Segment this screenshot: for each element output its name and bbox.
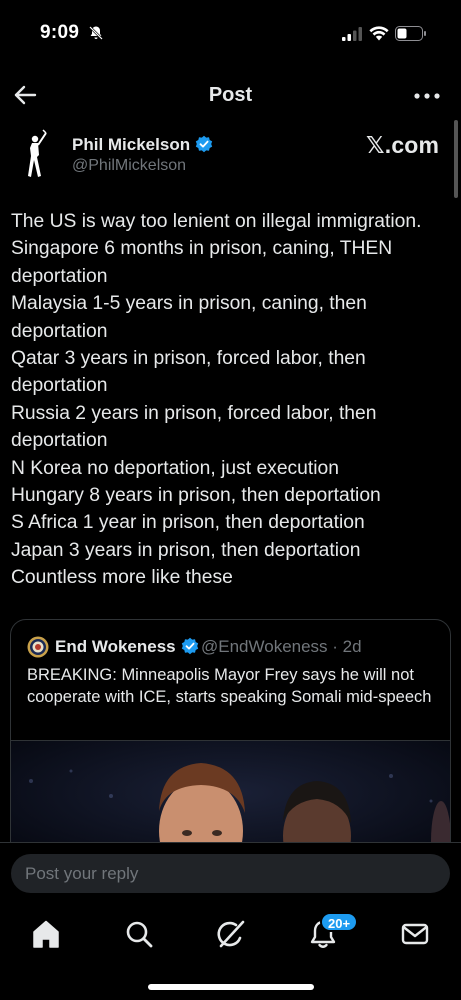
messages-icon[interactable] <box>397 916 433 952</box>
post-line: deportation <box>11 430 108 452</box>
source-badge: 𝕏.com <box>366 132 440 158</box>
verified-badge-icon <box>181 637 198 655</box>
post-line: Malaysia 1-5 years in prison, caning, th… <box>11 293 367 315</box>
wifi-icon <box>369 26 389 41</box>
scrollbar[interactable] <box>454 120 458 198</box>
search-icon[interactable] <box>121 916 157 952</box>
post-line: S Africa 1 year in prison, then deportat… <box>11 512 365 534</box>
quote-text: BREAKING: Minneapolis Mayor Frey says he… <box>27 666 432 706</box>
status-time: 9:09 <box>40 22 80 43</box>
post-header: Post <box>0 66 461 124</box>
author-name[interactable]: Phil Mickelson <box>72 135 213 155</box>
verified-badge-icon <box>195 135 213 153</box>
home-icon[interactable] <box>28 916 64 952</box>
post-line: Qatar 3 years in prison, forced labor, t… <box>11 348 366 370</box>
status-bar: 9:09 <box>0 0 461 66</box>
reply-input[interactable] <box>11 854 450 893</box>
author-handle[interactable]: @PhilMickelson <box>72 157 186 175</box>
post-line: deportation <box>11 320 108 342</box>
quoted-post[interactable]: End Wokeness @EndWokeness · 2d BREAKING:… <box>10 619 451 859</box>
quote-author-handle[interactable]: @EndWokeness · 2d <box>201 637 362 657</box>
battery-icon <box>395 26 426 41</box>
post-line: deportation <box>11 265 108 287</box>
post-line: Countless more like these <box>11 567 233 589</box>
grok-icon[interactable] <box>213 916 249 952</box>
tab-bar: 20+ <box>0 902 461 1000</box>
post-line: The US is way too lenient on illegal imm… <box>11 211 422 232</box>
post-line: N Korea no deportation, just execution <box>11 457 339 479</box>
home-indicator[interactable] <box>148 984 314 990</box>
notifications-badge[interactable]: 20+ <box>320 912 359 932</box>
golfer-silhouette-icon[interactable] <box>18 128 58 180</box>
reply-bar <box>0 842 461 902</box>
post-line: deportation <box>11 375 108 397</box>
author-name-text[interactable]: Phil Mickelson <box>72 135 190 154</box>
quote-author-name[interactable]: End Wokeness <box>55 637 199 657</box>
post-line: Japan 3 years in prison, then deportatio… <box>11 539 361 561</box>
quote-author-name-text[interactable]: End Wokeness <box>55 637 176 656</box>
post-body: The US is way too lenient on illegal imm… <box>11 208 451 592</box>
post-line: Singapore 6 months in prison, caning, TH… <box>11 238 393 260</box>
signal-icon <box>342 27 362 41</box>
more-horizontal-icon[interactable] <box>412 90 442 102</box>
page-title: Post <box>208 84 253 106</box>
post-line: Russia 2 years in prison, forced labor, … <box>11 402 377 424</box>
bell-slash-icon <box>89 26 103 40</box>
post-line: Hungary 8 years in prison, then deportat… <box>11 485 381 507</box>
quote-avatar[interactable] <box>27 636 49 658</box>
